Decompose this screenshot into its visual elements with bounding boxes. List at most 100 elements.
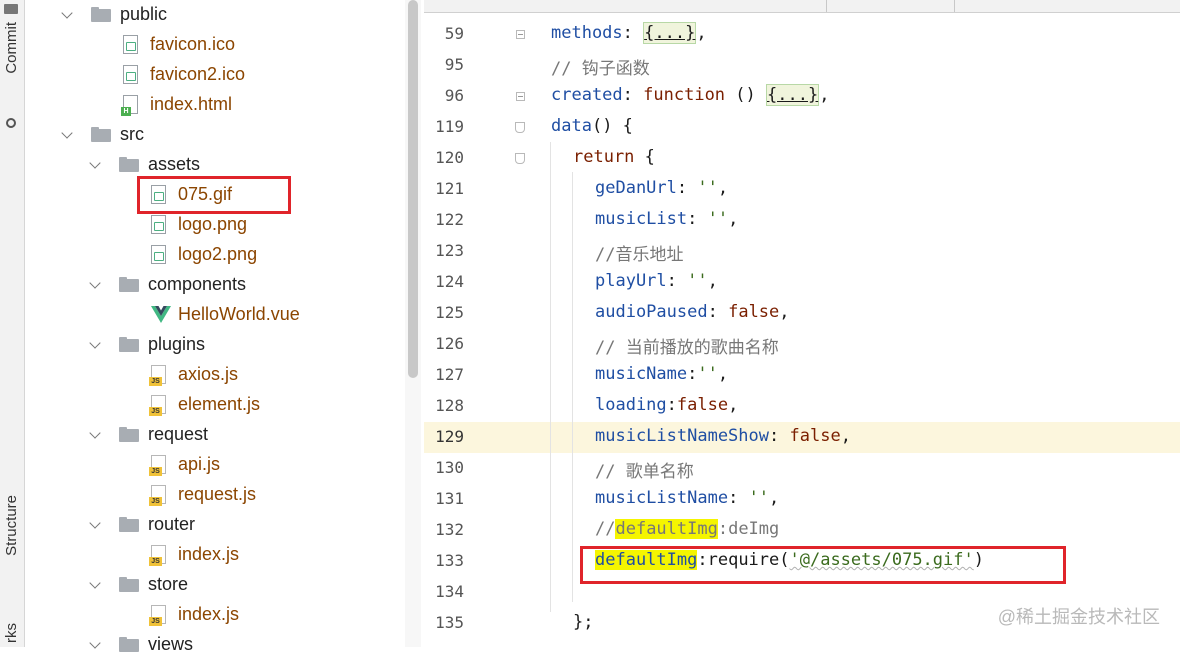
- code-line-131[interactable]: musicListName: '',: [595, 488, 779, 508]
- bookmarks-tool-tab[interactable]: rks: [3, 623, 20, 643]
- line-number: 128: [435, 396, 464, 415]
- tree-scrollbar[interactable]: [405, 0, 421, 647]
- tree-item-js[interactable]: JS index.js: [25, 600, 404, 630]
- tree-item-folder[interactable]: request: [25, 420, 404, 450]
- tree-item-folder[interactable]: src: [25, 120, 404, 150]
- code-token: musicListNameShow: [595, 426, 769, 446]
- js-file-icon: JS: [149, 605, 166, 626]
- code-token: '': [697, 178, 718, 198]
- project-folder-icon[interactable]: [4, 4, 18, 14]
- folder-icon: [119, 427, 139, 442]
- code-line-135[interactable]: };: [573, 612, 593, 632]
- chevron-down-icon[interactable]: [89, 337, 101, 349]
- structure-tool-tab[interactable]: Structure: [3, 495, 20, 556]
- tree-item-folder[interactable]: components: [25, 270, 404, 300]
- indent-guide: [572, 172, 573, 602]
- fold-collapse-icon[interactable]: [515, 122, 525, 133]
- folder-icon: [91, 7, 111, 22]
- line-number: 95: [444, 55, 464, 74]
- commit-tool-tab[interactable]: Commit: [3, 22, 20, 74]
- chevron-down-icon[interactable]: [61, 7, 73, 19]
- code-line-126[interactable]: // 当前播放的歌曲名称: [595, 333, 779, 358]
- fold-collapse-icon[interactable]: [515, 153, 525, 164]
- search-match: defaultImg: [615, 519, 718, 539]
- code-token: ,: [840, 426, 851, 446]
- code-line-123[interactable]: //音乐地址: [595, 240, 683, 265]
- project-tree: public favicon.ico favicon2.ico Hindex.html…: [25, 0, 404, 654]
- line-number: 127: [435, 365, 464, 384]
- code-line-132[interactable]: //defaultImg:deImg: [595, 519, 779, 539]
- tree-item-folder[interactable]: router: [25, 510, 404, 540]
- code-line-96[interactable]: created: function () {...},: [551, 84, 829, 106]
- tree-item-image[interactable]: favicon2.ico: [25, 60, 404, 90]
- tree-item-js[interactable]: JS index.js: [25, 540, 404, 570]
- left-tool-strip: Commit Structure rks: [0, 0, 25, 647]
- line-number: 135: [435, 613, 464, 632]
- tree-item-vue[interactable]: HelloWorld.vue: [25, 300, 404, 330]
- code-token: ,: [728, 395, 739, 415]
- code-line-122[interactable]: musicList: '',: [595, 209, 738, 229]
- code-token: created: [551, 85, 623, 105]
- code-line-95[interactable]: // 钩子函数: [551, 54, 650, 79]
- fold-expand-icon[interactable]: [516, 30, 525, 39]
- tree-item-folder[interactable]: plugins: [25, 330, 404, 360]
- code-line-125[interactable]: audioPaused: false,: [595, 302, 790, 322]
- chevron-down-icon[interactable]: [89, 277, 101, 289]
- code-line-130[interactable]: // 歌单名称: [595, 457, 694, 482]
- line-number: 131: [435, 489, 464, 508]
- tree-item-label: plugins: [148, 334, 206, 354]
- code-line-124[interactable]: playUrl: '',: [595, 271, 718, 291]
- indent-guide: [550, 142, 551, 612]
- html-file-icon: H: [121, 95, 138, 116]
- code-token: ,: [717, 178, 729, 198]
- tree-item-folder[interactable]: store: [25, 570, 404, 600]
- line-number: 129: [435, 427, 464, 446]
- tree-item-folder[interactable]: public: [25, 0, 404, 30]
- code-token: ,: [707, 271, 718, 291]
- tab-separator: [826, 0, 827, 12]
- code-line-121[interactable]: geDanUrl: '',: [595, 178, 728, 198]
- code-token: :: [622, 23, 633, 43]
- annotation-box-gif-file: [137, 176, 291, 214]
- code-token: playUrl: [595, 271, 667, 291]
- folder-icon: [119, 337, 139, 352]
- tree-scrollbar-thumb[interactable]: [408, 0, 418, 378]
- code-token: false: [728, 302, 780, 322]
- tree-item-folder[interactable]: views: [25, 630, 404, 660]
- tree-item-js[interactable]: JS request.js: [25, 480, 404, 510]
- image-file-icon: [123, 35, 138, 54]
- code-line-127[interactable]: musicName:'',: [595, 364, 728, 384]
- code-line-119[interactable]: data() {: [551, 116, 633, 136]
- editor-tab-bar[interactable]: [424, 0, 1180, 13]
- code-line-59[interactable]: methods: {...},: [551, 22, 707, 44]
- chevron-down-icon[interactable]: [89, 517, 101, 529]
- tree-item-image[interactable]: logo2.png: [25, 240, 404, 270]
- line-number: 124: [435, 272, 464, 291]
- js-file-icon: JS: [149, 485, 166, 506]
- vue-file-icon: [151, 306, 171, 323]
- code-line-128[interactable]: loading:false,: [595, 395, 738, 415]
- line-number: 121: [435, 179, 464, 198]
- tree-item-label: assets: [148, 154, 201, 174]
- folder-icon: [119, 277, 139, 292]
- tree-item-js[interactable]: JS element.js: [25, 390, 404, 420]
- tree-item-image[interactable]: logo.png: [25, 210, 404, 240]
- chevron-down-icon[interactable]: [89, 427, 101, 439]
- folded-region[interactable]: {...}: [643, 22, 697, 44]
- tree-item-image[interactable]: favicon.ico: [25, 30, 404, 60]
- chevron-down-icon[interactable]: [89, 577, 101, 589]
- tree-item-js[interactable]: JS axios.js: [25, 360, 404, 390]
- tree-item-label: element.js: [178, 394, 261, 414]
- chevron-down-icon[interactable]: [61, 127, 73, 139]
- code-token: methods: [551, 23, 623, 43]
- image-file-icon: [151, 245, 166, 264]
- code-line-129[interactable]: musicListNameShow: false,: [595, 426, 851, 446]
- folded-region[interactable]: {...}: [766, 84, 820, 106]
- code-token: function: [643, 85, 726, 105]
- code-line-120[interactable]: return {: [573, 147, 655, 167]
- fold-expand-icon[interactable]: [516, 92, 525, 101]
- line-number: 132: [435, 520, 464, 539]
- tree-item-html[interactable]: Hindex.html: [25, 90, 404, 120]
- tree-item-js[interactable]: JS api.js: [25, 450, 404, 480]
- chevron-down-icon[interactable]: [89, 157, 101, 169]
